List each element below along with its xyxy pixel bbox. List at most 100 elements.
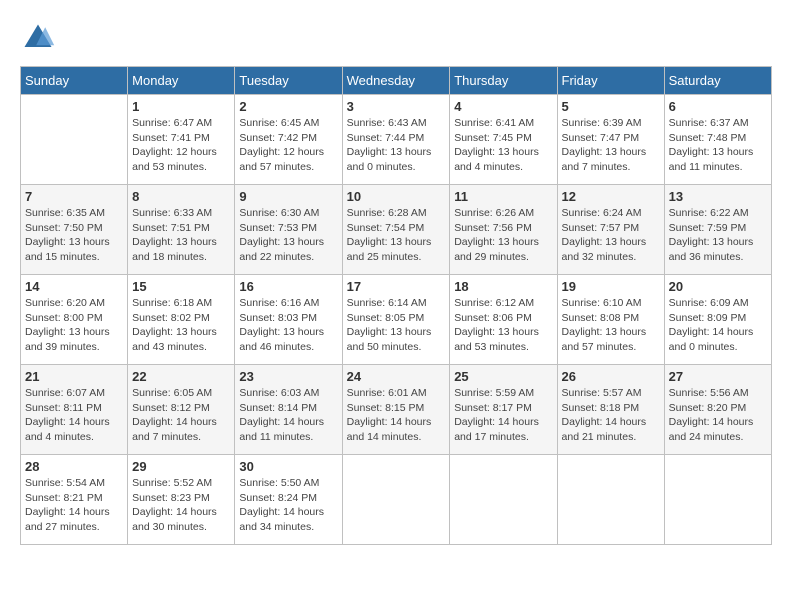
day-header-monday: Monday — [128, 67, 235, 95]
day-number: 30 — [239, 459, 337, 474]
day-number: 20 — [669, 279, 767, 294]
day-info: Sunrise: 6:01 AMSunset: 8:15 PMDaylight:… — [347, 386, 446, 445]
calendar-week-5: 28 Sunrise: 5:54 AMSunset: 8:21 PMDayligh… — [21, 455, 772, 545]
day-info: Sunrise: 5:50 AMSunset: 8:24 PMDaylight:… — [239, 476, 337, 535]
calendar-day: 12 Sunrise: 6:24 AMSunset: 7:57 PMDayligh… — [557, 185, 664, 275]
calendar-day: 6 Sunrise: 6:37 AMSunset: 7:48 PMDaylight… — [664, 95, 771, 185]
day-number: 25 — [454, 369, 552, 384]
calendar-day: 18Sunrise: 6:12 AMSunset: 8:06 PMDayligh… — [450, 275, 557, 365]
day-info: Sunrise: 6:07 AMSunset: 8:11 PMDaylight:… — [25, 386, 123, 445]
calendar-day: 20 Sunrise: 6:09 AMSunset: 8:09 PMDayligh… — [664, 275, 771, 365]
calendar-day: 26 Sunrise: 5:57 AMSunset: 8:18 PMDayligh… — [557, 365, 664, 455]
calendar-header-row: SundayMondayTuesdayWednesdayThursdayFrid… — [21, 67, 772, 95]
calendar-week-4: 21 Sunrise: 6:07 AMSunset: 8:11 PMDayligh… — [21, 365, 772, 455]
day-number: 26 — [562, 369, 660, 384]
page-header — [20, 20, 772, 56]
day-info: Sunrise: 6:47 AMSunset: 7:41 PMDaylight:… — [132, 116, 230, 175]
calendar-day: 7Sunrise: 6:35 AMSunset: 7:50 PMDaylight… — [21, 185, 128, 275]
day-number: 12 — [562, 189, 660, 204]
calendar-day: 16Sunrise: 6:16 AMSunset: 8:03 PMDayligh… — [235, 275, 342, 365]
day-info: Sunrise: 6:26 AMSunset: 7:56 PMDaylight:… — [454, 206, 552, 265]
calendar-day — [450, 455, 557, 545]
calendar-day: 23 Sunrise: 6:03 AMSunset: 8:14 PMDayligh… — [235, 365, 342, 455]
day-header-tuesday: Tuesday — [235, 67, 342, 95]
day-number: 21 — [25, 369, 123, 384]
calendar-day: 29Sunrise: 5:52 AMSunset: 8:23 PMDayligh… — [128, 455, 235, 545]
day-header-saturday: Saturday — [664, 67, 771, 95]
day-number: 10 — [347, 189, 446, 204]
day-header-sunday: Sunday — [21, 67, 128, 95]
day-info: Sunrise: 6:33 AMSunset: 7:51 PMDaylight:… — [132, 206, 230, 265]
calendar-day — [342, 455, 450, 545]
day-info: Sunrise: 5:54 AMSunset: 8:21 PMDaylight:… — [25, 476, 123, 535]
day-info: Sunrise: 6:28 AMSunset: 7:54 PMDaylight:… — [347, 206, 446, 265]
calendar-day — [557, 455, 664, 545]
calendar-day: 2Sunrise: 6:45 AMSunset: 7:42 PMDaylight… — [235, 95, 342, 185]
day-info: Sunrise: 6:05 AMSunset: 8:12 PMDaylight:… — [132, 386, 230, 445]
day-info: Sunrise: 6:20 AMSunset: 8:00 PMDaylight:… — [25, 296, 123, 355]
calendar-day: 4 Sunrise: 6:41 AMSunset: 7:45 PMDaylight… — [450, 95, 557, 185]
calendar-week-2: 7Sunrise: 6:35 AMSunset: 7:50 PMDaylight… — [21, 185, 772, 275]
calendar-day: 10 Sunrise: 6:28 AMSunset: 7:54 PMDayligh… — [342, 185, 450, 275]
calendar-day: 3 Sunrise: 6:43 AMSunset: 7:44 PMDaylight… — [342, 95, 450, 185]
day-info: Sunrise: 6:43 AMSunset: 7:44 PMDaylight:… — [347, 116, 446, 175]
logo — [20, 20, 60, 56]
day-info: Sunrise: 6:24 AMSunset: 7:57 PMDaylight:… — [562, 206, 660, 265]
day-info: Sunrise: 5:57 AMSunset: 8:18 PMDaylight:… — [562, 386, 660, 445]
day-number: 29 — [132, 459, 230, 474]
day-number: 23 — [239, 369, 337, 384]
day-number: 16 — [239, 279, 337, 294]
day-number: 22 — [132, 369, 230, 384]
calendar-day: 27 Sunrise: 5:56 AMSunset: 8:20 PMDayligh… — [664, 365, 771, 455]
day-info: Sunrise: 6:37 AMSunset: 7:48 PMDaylight:… — [669, 116, 767, 175]
day-number: 5 — [562, 99, 660, 114]
day-number: 13 — [669, 189, 767, 204]
calendar-day: 11 Sunrise: 6:26 AMSunset: 7:56 PMDayligh… — [450, 185, 557, 275]
day-number: 27 — [669, 369, 767, 384]
calendar-day: 30 Sunrise: 5:50 AMSunset: 8:24 PMDayligh… — [235, 455, 342, 545]
calendar-day: 24 Sunrise: 6:01 AMSunset: 8:15 PMDayligh… — [342, 365, 450, 455]
day-header-friday: Friday — [557, 67, 664, 95]
day-info: Sunrise: 6:03 AMSunset: 8:14 PMDaylight:… — [239, 386, 337, 445]
day-info: Sunrise: 6:18 AMSunset: 8:02 PMDaylight:… — [132, 296, 230, 355]
calendar-day: 13Sunrise: 6:22 AMSunset: 7:59 PMDayligh… — [664, 185, 771, 275]
day-number: 3 — [347, 99, 446, 114]
day-number: 4 — [454, 99, 552, 114]
day-header-wednesday: Wednesday — [342, 67, 450, 95]
calendar-day: 14 Sunrise: 6:20 AMSunset: 8:00 PMDayligh… — [21, 275, 128, 365]
calendar-day: 5 Sunrise: 6:39 AMSunset: 7:47 PMDaylight… — [557, 95, 664, 185]
calendar-day: 8Sunrise: 6:33 AMSunset: 7:51 PMDaylight… — [128, 185, 235, 275]
calendar-day: 19Sunrise: 6:10 AMSunset: 8:08 PMDayligh… — [557, 275, 664, 365]
day-number: 11 — [454, 189, 552, 204]
calendar-day — [664, 455, 771, 545]
day-info: Sunrise: 6:30 AMSunset: 7:53 PMDaylight:… — [239, 206, 337, 265]
calendar-day: 1 Sunrise: 6:47 AMSunset: 7:41 PMDaylight… — [128, 95, 235, 185]
calendar-week-3: 14 Sunrise: 6:20 AMSunset: 8:00 PMDayligh… — [21, 275, 772, 365]
calendar-day: 28 Sunrise: 5:54 AMSunset: 8:21 PMDayligh… — [21, 455, 128, 545]
calendar-day: 9 Sunrise: 6:30 AMSunset: 7:53 PMDaylight… — [235, 185, 342, 275]
day-number: 9 — [239, 189, 337, 204]
day-header-thursday: Thursday — [450, 67, 557, 95]
day-number: 7 — [25, 189, 123, 204]
day-info: Sunrise: 6:39 AMSunset: 7:47 PMDaylight:… — [562, 116, 660, 175]
logo-icon — [20, 20, 56, 56]
day-number: 28 — [25, 459, 123, 474]
day-number: 1 — [132, 99, 230, 114]
calendar-day: 25 Sunrise: 5:59 AMSunset: 8:17 PMDayligh… — [450, 365, 557, 455]
day-info: Sunrise: 6:41 AMSunset: 7:45 PMDaylight:… — [454, 116, 552, 175]
day-number: 24 — [347, 369, 446, 384]
day-info: Sunrise: 5:59 AMSunset: 8:17 PMDaylight:… — [454, 386, 552, 445]
day-info: Sunrise: 6:09 AMSunset: 8:09 PMDaylight:… — [669, 296, 767, 355]
calendar-day: 22 Sunrise: 6:05 AMSunset: 8:12 PMDayligh… — [128, 365, 235, 455]
day-number: 14 — [25, 279, 123, 294]
day-number: 18 — [454, 279, 552, 294]
day-number: 6 — [669, 99, 767, 114]
calendar-day: 15 Sunrise: 6:18 AMSunset: 8:02 PMDayligh… — [128, 275, 235, 365]
calendar-table: SundayMondayTuesdayWednesdayThursdayFrid… — [20, 66, 772, 545]
day-number: 15 — [132, 279, 230, 294]
day-info: Sunrise: 5:56 AMSunset: 8:20 PMDaylight:… — [669, 386, 767, 445]
calendar-day: 21 Sunrise: 6:07 AMSunset: 8:11 PMDayligh… — [21, 365, 128, 455]
day-number: 2 — [239, 99, 337, 114]
day-info: Sunrise: 6:14 AMSunset: 8:05 PMDaylight:… — [347, 296, 446, 355]
calendar-week-1: 1 Sunrise: 6:47 AMSunset: 7:41 PMDaylight… — [21, 95, 772, 185]
